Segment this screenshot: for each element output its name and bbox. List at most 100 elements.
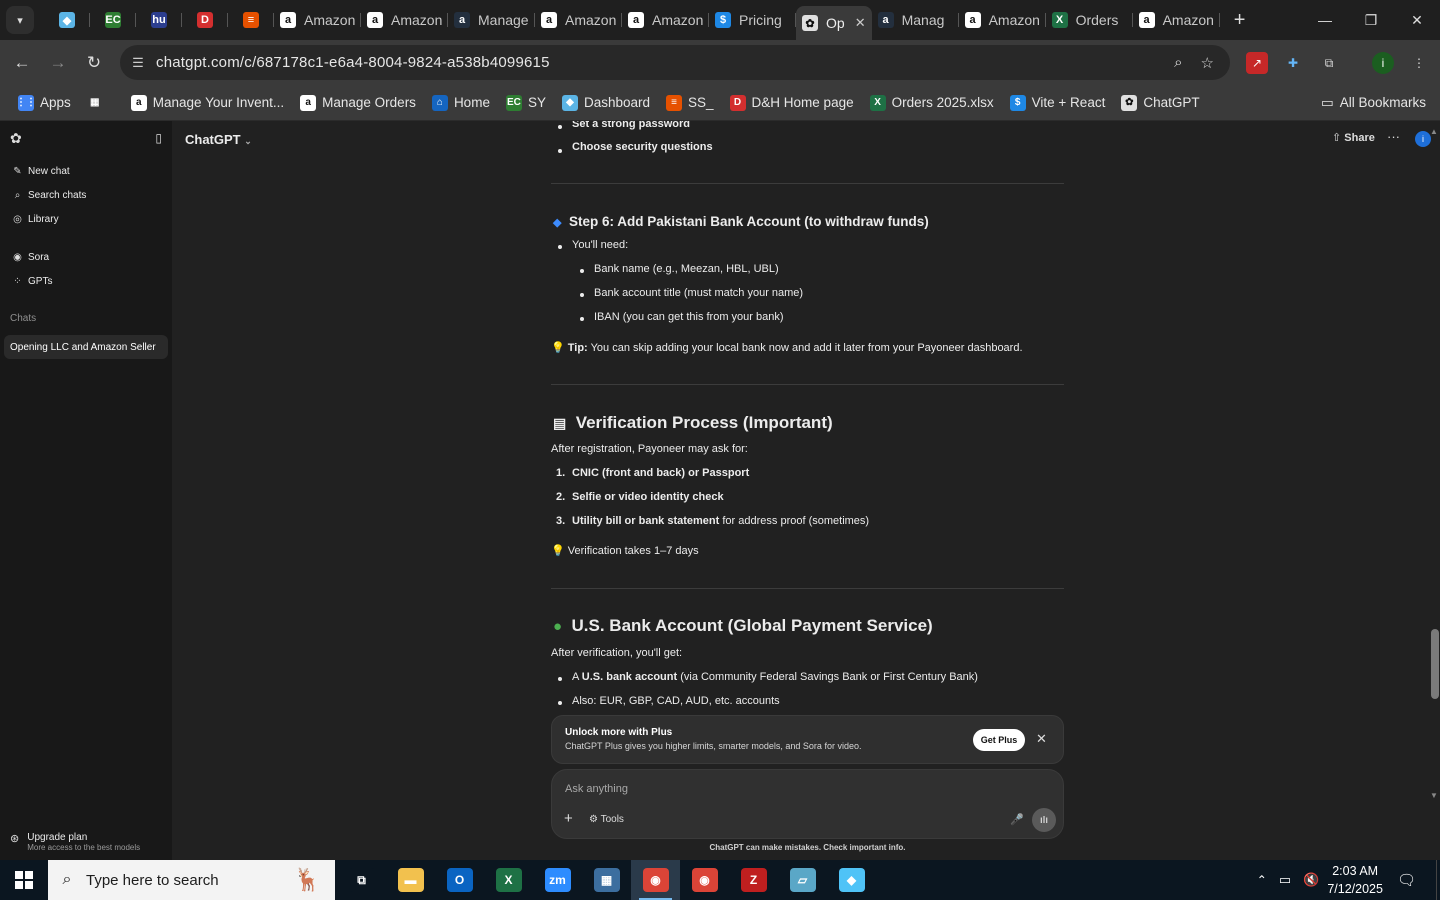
volume-muted-icon[interactable]: 🔇 xyxy=(1303,872,1319,888)
tab-title: Amazon xyxy=(1162,12,1214,28)
taskbar-app[interactable]: ▦ xyxy=(582,860,631,900)
url-text[interactable]: chatgpt.com/c/687178c1-e6a4-8004-9824-a5… xyxy=(156,54,550,71)
taskbar-app[interactable]: O xyxy=(435,860,484,900)
list-item-bold: CNIC (front and back) or Passport xyxy=(572,467,750,479)
voice-mode-button[interactable]: ıIı xyxy=(1032,808,1056,832)
taskbar-app[interactable]: ▬ xyxy=(386,860,435,900)
scroll-down-icon[interactable]: ▼ xyxy=(1430,791,1438,800)
show-desktop-button[interactable] xyxy=(1436,860,1440,900)
browser-tab[interactable]: a Amazon xyxy=(535,4,622,36)
browser-tab[interactable]: a Amazon xyxy=(1133,4,1220,36)
model-selector[interactable]: ChatGPT ⌄ xyxy=(185,132,252,147)
taskbar-app[interactable]: ▱ xyxy=(778,860,827,900)
close-window-button[interactable]: ✕ xyxy=(1394,0,1440,40)
prompt-input[interactable]: Ask anything xyxy=(565,783,628,795)
ec-icon: EC xyxy=(105,12,121,28)
browser-tab[interactable]: a Amazon xyxy=(274,4,361,36)
browser-tab[interactable]: $ Pricing xyxy=(709,4,796,36)
browser-tab[interactable]: a Manage xyxy=(448,4,535,36)
site-info-icon[interactable]: ☰ xyxy=(120,55,156,71)
minimize-button[interactable]: ― xyxy=(1302,0,1348,40)
microphone-icon[interactable]: 🎤 xyxy=(1010,813,1024,826)
bookmark-item[interactable]: $ Vite + React xyxy=(1009,94,1105,111)
forward-button[interactable]: → xyxy=(40,53,76,73)
gpts-button[interactable]: ⁘ GPTs xyxy=(0,269,172,293)
notifications-icon[interactable]: 🗨 xyxy=(1397,871,1416,889)
bookmark-item[interactable]: ✿ ChatGPT xyxy=(1121,94,1200,111)
tools-button[interactable]: ⚙ Tools xyxy=(589,814,624,825)
close-icon[interactable]: ✕ xyxy=(1036,731,1047,747)
notepad-icon: ▱ xyxy=(789,868,816,892)
browser-tab[interactable]: a Amazon xyxy=(622,4,709,36)
verification-title: Verification Process (Important) xyxy=(575,413,833,432)
taskbar-app[interactable]: zm xyxy=(533,860,582,900)
bookmark-item[interactable]: ▦ xyxy=(86,94,109,111)
reload-button[interactable]: ↻ xyxy=(76,53,112,73)
search-chats-button[interactable]: ⌕ Search chats xyxy=(0,183,172,207)
browser-tab[interactable]: a Amazon xyxy=(959,4,1046,36)
address-bar[interactable]: ☰ chatgpt.com/c/687178c1-e6a4-8004-9824-… xyxy=(120,45,1230,80)
chat-scrollbar[interactable]: ▲ ▼ xyxy=(1428,127,1440,803)
share-button[interactable]: ⇧ Share xyxy=(1332,131,1375,144)
bullet-dot xyxy=(558,125,562,129)
browser-tab[interactable]: ✿ Op ✕ xyxy=(796,6,872,40)
chevron-up-icon[interactable]: ⌃ xyxy=(1257,873,1267,887)
maximize-button[interactable]: ❐ xyxy=(1348,0,1394,40)
tab-search-button[interactable]: ▾ xyxy=(6,6,34,34)
browser-tab[interactable]: hu xyxy=(136,4,182,36)
back-button[interactable]: ← xyxy=(4,53,40,73)
browser-tab[interactable]: X Orders xyxy=(1046,4,1133,36)
menu-kebab-icon[interactable]: ⋮ xyxy=(1408,52,1430,74)
close-tab-icon[interactable]: ✕ xyxy=(855,15,866,31)
network-icon[interactable]: ▭ xyxy=(1279,872,1291,888)
get-plus-button[interactable]: Get Plus xyxy=(973,729,1025,751)
bookmark-item[interactable]: a Manage Your Invent... xyxy=(130,94,284,111)
bookmark-star-icon[interactable]: ☆ xyxy=(1201,54,1214,72)
browser-tab[interactable]: a Amazon xyxy=(361,4,448,36)
chatgpt-logo-icon[interactable]: ✿ xyxy=(10,130,22,147)
bookmark-item[interactable]: ⋮⋮ Apps xyxy=(16,94,71,111)
bookmark-item[interactable]: ◆ Dashboard xyxy=(561,94,650,111)
browser-tab[interactable]: a Manag xyxy=(872,4,959,36)
taskbar-app[interactable]: ◉ xyxy=(631,860,680,900)
browser-tab[interactable]: D xyxy=(182,4,228,36)
extensions-icon[interactable]: ⧉ xyxy=(1318,52,1340,74)
search-icon: ⌕ xyxy=(14,189,21,201)
bookmark-item[interactable]: a Manage Orders xyxy=(300,94,416,111)
verification-heading: ▤ Verification Process (Important) xyxy=(553,413,833,433)
taskbar-app[interactable]: Z xyxy=(729,860,778,900)
bookmark-item[interactable]: D D&H Home page xyxy=(729,94,854,111)
apps-grid-icon: ⋮⋮ xyxy=(16,94,36,111)
profile-avatar[interactable]: i xyxy=(1372,52,1394,74)
extension-puzzle-blue-icon[interactable]: ✚ xyxy=(1282,52,1304,74)
taskbar-app[interactable]: ◉ xyxy=(680,860,729,900)
bookmark-item[interactable]: EC SY xyxy=(505,94,546,111)
taskbar-search[interactable]: ⌕ Type here to search 🦌 xyxy=(48,860,335,900)
taskbar-app[interactable]: ⧉ xyxy=(337,860,386,900)
browser-tab[interactable]: ≡ xyxy=(228,4,274,36)
clock[interactable]: 2:03 AM 7/12/2025 xyxy=(1327,862,1383,898)
sora-button[interactable]: ◉ Sora xyxy=(0,245,172,269)
scroll-up-icon[interactable]: ▲ xyxy=(1430,127,1438,136)
zoom-icon[interactable]: ⌕ xyxy=(1174,54,1182,72)
new-tab-button[interactable]: + xyxy=(1226,9,1254,32)
upgrade-plan-button[interactable]: ⊛ Upgrade plan More access to the best m… xyxy=(10,832,140,852)
all-bookmarks-button[interactable]: ▭ All Bookmarks xyxy=(1321,95,1426,111)
chat-item-active[interactable]: Opening LLC and Amazon Seller xyxy=(4,335,168,359)
scroll-thumb[interactable] xyxy=(1431,629,1439,699)
attach-plus-icon[interactable]: + xyxy=(564,810,573,827)
bookmark-item[interactable]: X Orders 2025.xlsx xyxy=(869,94,994,111)
taskbar-app[interactable]: X xyxy=(484,860,533,900)
browser-tab[interactable]: ◆ xyxy=(44,4,90,36)
list-item: CNIC (front and back) or Passport xyxy=(572,467,749,479)
bookmark-item[interactable]: ≡ SS_ xyxy=(666,94,714,111)
close-sidebar-icon[interactable]: ▯ xyxy=(155,131,162,145)
browser-tab[interactable]: EC xyxy=(90,4,136,36)
taskbar-app[interactable]: ◆ xyxy=(827,860,876,900)
new-chat-button[interactable]: ✎ New chat xyxy=(0,159,172,183)
extension-arrow-icon[interactable]: ↗ xyxy=(1246,52,1268,74)
more-options-icon[interactable]: ··· xyxy=(1387,129,1400,144)
start-button[interactable] xyxy=(0,860,48,900)
bookmark-item[interactable]: ⌂ Home xyxy=(431,94,490,111)
library-button[interactable]: ◎ Library xyxy=(0,207,172,231)
